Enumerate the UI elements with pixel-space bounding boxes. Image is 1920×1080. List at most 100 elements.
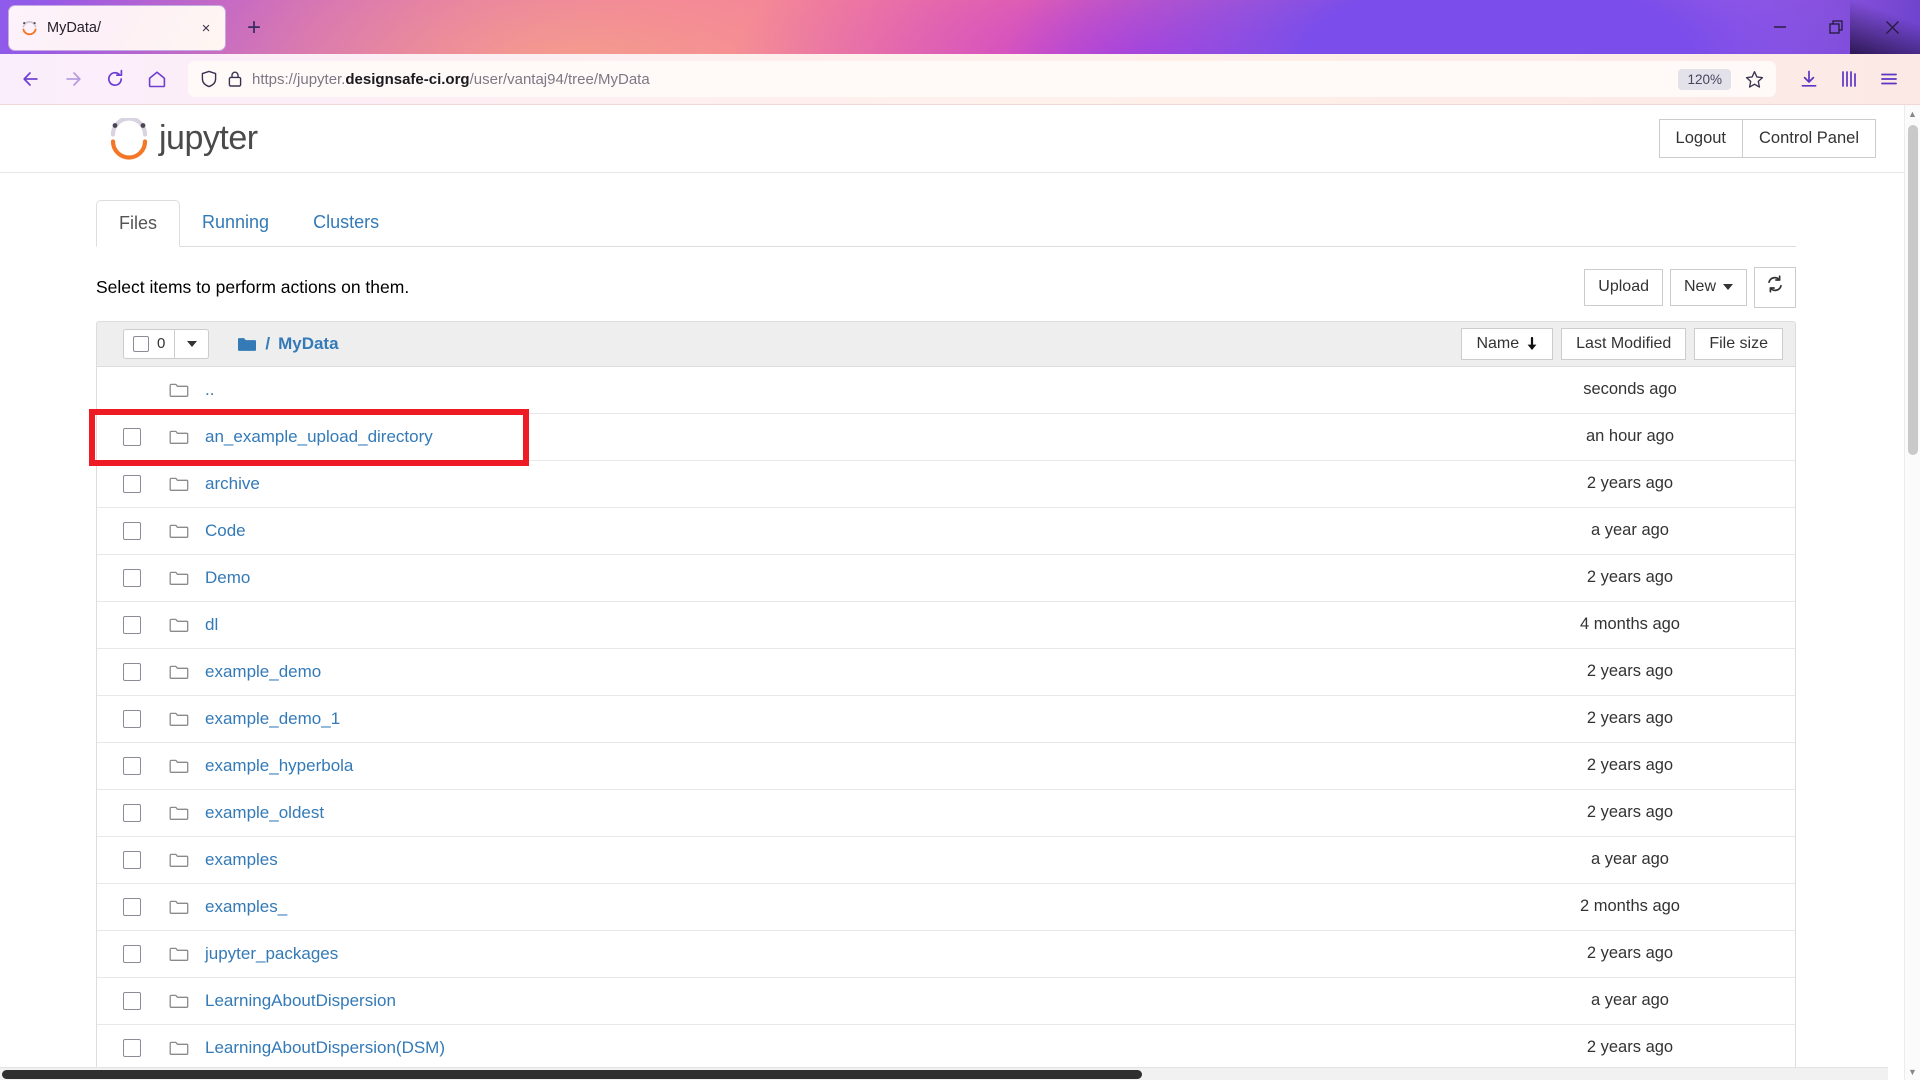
table-row[interactable]: LearningAboutDispersion a year ago: [97, 977, 1795, 1025]
row-checkbox[interactable]: [123, 944, 141, 963]
row-checkbox[interactable]: [123, 850, 141, 869]
tab-files[interactable]: Files: [96, 200, 181, 247]
minimize-button[interactable]: [1752, 0, 1808, 54]
file-name-link[interactable]: ..: [205, 380, 214, 400]
close-window-button[interactable]: [1864, 0, 1920, 54]
row-checkbox[interactable]: [123, 897, 141, 916]
row-checkbox[interactable]: [123, 521, 141, 540]
library-icon[interactable]: [1830, 60, 1868, 98]
logout-button[interactable]: Logout: [1658, 118, 1744, 159]
file-name-link[interactable]: examples: [205, 850, 278, 870]
zoom-level-badge[interactable]: 120%: [1678, 68, 1731, 90]
home-button[interactable]: [138, 60, 176, 98]
row-checkbox-cell[interactable]: [123, 897, 169, 916]
row-checkbox-cell[interactable]: [123, 615, 169, 634]
star-icon[interactable]: [1740, 65, 1768, 93]
forward-button[interactable]: [54, 60, 92, 98]
table-row[interactable]: examples a year ago: [97, 836, 1795, 884]
file-name-link[interactable]: jupyter_packages: [205, 944, 338, 964]
file-name-link[interactable]: example_demo: [205, 662, 321, 682]
vertical-scrollbar[interactable]: ▲ ▼: [1904, 105, 1920, 1080]
tab-clusters[interactable]: Clusters: [291, 200, 401, 247]
back-button[interactable]: [12, 60, 50, 98]
breadcrumb-current[interactable]: MyData: [278, 334, 338, 354]
row-checkbox[interactable]: [123, 803, 141, 822]
table-row[interactable]: archive 2 years ago: [97, 460, 1795, 508]
row-checkbox-cell[interactable]: [123, 709, 169, 728]
scroll-up-arrow-icon[interactable]: ▲: [1905, 105, 1920, 122]
row-checkbox[interactable]: [123, 991, 141, 1010]
select-all-dropdown[interactable]: [175, 328, 210, 359]
refresh-button[interactable]: [1754, 267, 1796, 308]
row-checkbox[interactable]: [123, 662, 141, 681]
file-name-link[interactable]: archive: [205, 474, 260, 494]
url-bar[interactable]: https://jupyter.designsafe-ci.org/user/v…: [188, 61, 1776, 97]
row-checkbox[interactable]: [123, 474, 141, 493]
table-row[interactable]: example_hyperbola 2 years ago: [97, 742, 1795, 790]
table-row[interactable]: dl 4 months ago: [97, 601, 1795, 649]
table-row[interactable]: example_demo_1 2 years ago: [97, 695, 1795, 743]
shield-icon[interactable]: [200, 70, 218, 88]
jupyter-logo[interactable]: jupyter: [108, 115, 258, 160]
row-checkbox[interactable]: [123, 1038, 141, 1057]
file-name-link[interactable]: dl: [205, 615, 218, 635]
file-name-link[interactable]: Demo: [205, 568, 250, 588]
horizontal-scrollbar-thumb[interactable]: [2, 1070, 1142, 1079]
table-row[interactable]: an_example_upload_directory an hour ago: [97, 413, 1795, 461]
row-checkbox-cell[interactable]: [123, 521, 169, 540]
row-checkbox-cell[interactable]: [123, 1038, 169, 1057]
control-panel-button[interactable]: Control Panel: [1742, 118, 1876, 159]
row-checkbox-cell[interactable]: [123, 850, 169, 869]
row-checkbox[interactable]: [123, 756, 141, 775]
row-checkbox-cell[interactable]: [123, 944, 169, 963]
table-row[interactable]: example_demo 2 years ago: [97, 648, 1795, 696]
maximize-button[interactable]: [1808, 0, 1864, 54]
tab-close-icon[interactable]: ×: [195, 17, 217, 39]
file-name-link[interactable]: LearningAboutDispersion(DSM): [205, 1038, 445, 1058]
table-row[interactable]: jupyter_packages 2 years ago: [97, 930, 1795, 978]
row-checkbox-cell[interactable]: [123, 662, 169, 681]
file-name-link[interactable]: example_hyperbola: [205, 756, 353, 776]
file-name-link[interactable]: examples_: [205, 897, 287, 917]
tab-running[interactable]: Running: [180, 200, 291, 247]
upload-button[interactable]: Upload: [1584, 269, 1663, 306]
row-checkbox[interactable]: [123, 568, 141, 587]
row-checkbox[interactable]: [123, 709, 141, 728]
row-checkbox-cell[interactable]: [123, 427, 169, 446]
file-name-link[interactable]: an_example_upload_directory: [205, 427, 433, 447]
lock-icon[interactable]: [227, 70, 243, 88]
table-row[interactable]: Demo 2 years ago: [97, 554, 1795, 602]
sort-by-file-size-button[interactable]: File size: [1694, 327, 1783, 360]
row-checkbox-cell[interactable]: [123, 991, 169, 1010]
new-dropdown-button[interactable]: New: [1669, 269, 1747, 306]
row-checkbox-cell[interactable]: [123, 756, 169, 775]
table-row[interactable]: Code a year ago: [97, 507, 1795, 555]
menu-icon[interactable]: [1870, 60, 1908, 98]
file-name-link[interactable]: example_demo_1: [205, 709, 340, 729]
row-checkbox-cell[interactable]: [123, 474, 169, 493]
downloads-icon[interactable]: [1790, 60, 1828, 98]
reload-button[interactable]: [96, 60, 134, 98]
row-checkbox[interactable]: [123, 615, 141, 634]
folder-icon[interactable]: [237, 336, 257, 352]
select-all-checkbox[interactable]: 0: [123, 328, 176, 359]
table-row[interactable]: example_oldest 2 years ago: [97, 789, 1795, 837]
file-name-link[interactable]: LearningAboutDispersion: [205, 991, 396, 1011]
browser-tab[interactable]: MyData/ ×: [8, 5, 226, 51]
new-tab-button[interactable]: +: [240, 14, 268, 42]
sort-name-label: Name: [1476, 334, 1520, 352]
vertical-scrollbar-thumb[interactable]: [1908, 125, 1918, 455]
table-row[interactable]: examples_ 2 months ago: [97, 883, 1795, 931]
table-row[interactable]: .. seconds ago: [97, 366, 1795, 414]
horizontal-scrollbar[interactable]: [0, 1067, 1888, 1080]
sort-by-name-button[interactable]: Name: [1461, 327, 1554, 360]
scroll-down-arrow-icon[interactable]: ▼: [1905, 1063, 1920, 1080]
row-checkbox-cell[interactable]: [123, 803, 169, 822]
sort-by-last-modified-button[interactable]: Last Modified: [1561, 327, 1687, 360]
row-checkbox-cell[interactable]: [123, 568, 169, 587]
url-text[interactable]: https://jupyter.designsafe-ci.org/user/v…: [252, 71, 1669, 88]
row-checkbox[interactable]: [123, 427, 141, 446]
file-name-link[interactable]: example_oldest: [205, 803, 324, 823]
file-name-link[interactable]: Code: [205, 521, 246, 541]
table-row[interactable]: LearningAboutDispersion(DSM) 2 years ago: [97, 1024, 1795, 1072]
